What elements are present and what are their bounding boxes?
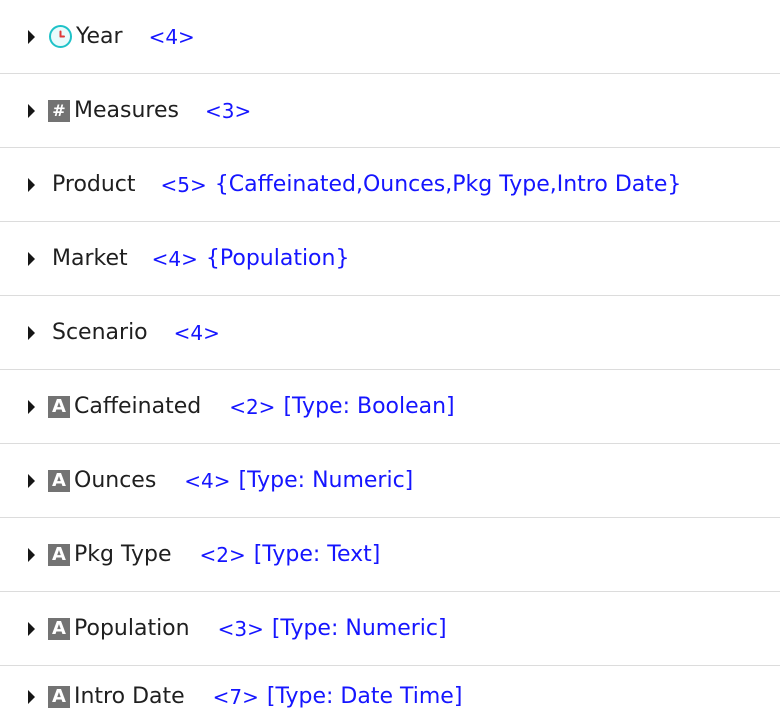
tree-row-name: Measures — [74, 97, 179, 123]
expand-caret-icon[interactable] — [28, 621, 35, 636]
member-count: <7> — [212, 685, 259, 709]
attribute-icon: A — [48, 543, 70, 566]
tree-row-name: Year — [76, 23, 123, 49]
tree-row-scenario[interactable]: Scenario <4> — [0, 296, 780, 370]
tree-row-name: Population — [74, 615, 190, 641]
clock-icon — [49, 25, 72, 48]
member-count: <4> — [148, 24, 195, 49]
expand-caret-icon[interactable] — [28, 690, 35, 704]
tree-row-name: Pkg Type — [74, 541, 172, 567]
hash-icon: # — [48, 99, 70, 122]
row-details: [Type: Numeric] — [271, 615, 447, 641]
tree-row-name: Scenario — [52, 319, 148, 345]
tree-row-population[interactable]: A Population <3> [Type: Numeric] — [0, 592, 780, 666]
row-details: {Caffeinated,Ounces,Pkg Type,Intro Date} — [214, 171, 682, 197]
attribute-icon: A — [48, 617, 70, 640]
row-details: [Type: Text] — [253, 541, 381, 567]
tree-row-ounces[interactable]: A Ounces <4> [Type: Numeric] — [0, 444, 780, 518]
tree-row-year[interactable]: Year <4> — [0, 0, 780, 74]
tree-row-name: Caffeinated — [74, 393, 202, 419]
tree-row-measures[interactable]: # Measures <3> — [0, 74, 780, 148]
expand-caret-icon[interactable] — [28, 251, 35, 266]
expand-caret-icon[interactable] — [28, 103, 35, 118]
member-count: <4> — [151, 246, 198, 271]
tree-row-caffeinated[interactable]: A Caffeinated <2> [Type: Boolean] — [0, 370, 780, 444]
expand-caret-icon[interactable] — [28, 325, 35, 340]
tree-row-pkg-type[interactable]: A Pkg Type <2> [Type: Text] — [0, 518, 780, 592]
tree-row-intro-date[interactable]: A Intro Date <7> [Type: Date Time] — [0, 666, 780, 728]
expand-caret-icon[interactable] — [28, 399, 35, 414]
tree-row-name: Product — [52, 171, 136, 197]
tree-row-name: Market — [52, 245, 128, 271]
tree-row-product[interactable]: Product <5> {Caffeinated,Ounces,Pkg Type… — [0, 148, 780, 222]
attribute-icon: A — [48, 395, 70, 418]
attribute-icon: A — [48, 686, 70, 708]
row-details: [Type: Date Time] — [266, 684, 463, 709]
member-count: <3> — [217, 616, 264, 641]
member-count: <4> — [184, 468, 231, 493]
member-count: <4> — [173, 320, 220, 345]
tree-row-market[interactable]: Market <4> {Population} — [0, 222, 780, 296]
member-count: <5> — [160, 172, 207, 197]
expand-caret-icon[interactable] — [28, 547, 35, 562]
row-details: {Population} — [205, 245, 350, 271]
member-count: <2> — [229, 394, 276, 419]
member-count: <3> — [204, 98, 252, 123]
member-count: <2> — [199, 542, 246, 567]
row-details: [Type: Boolean] — [283, 393, 455, 419]
tree-row-name: Intro Date — [74, 684, 185, 709]
expand-caret-icon[interactable] — [28, 177, 35, 192]
dimension-tree: Year <4> # Measures <3> Product <5> {Caf… — [0, 0, 780, 728]
expand-caret-icon[interactable] — [28, 29, 35, 44]
tree-row-name: Ounces — [74, 467, 157, 493]
row-details: [Type: Numeric] — [238, 467, 414, 493]
attribute-icon: A — [48, 469, 70, 492]
expand-caret-icon[interactable] — [28, 473, 35, 488]
